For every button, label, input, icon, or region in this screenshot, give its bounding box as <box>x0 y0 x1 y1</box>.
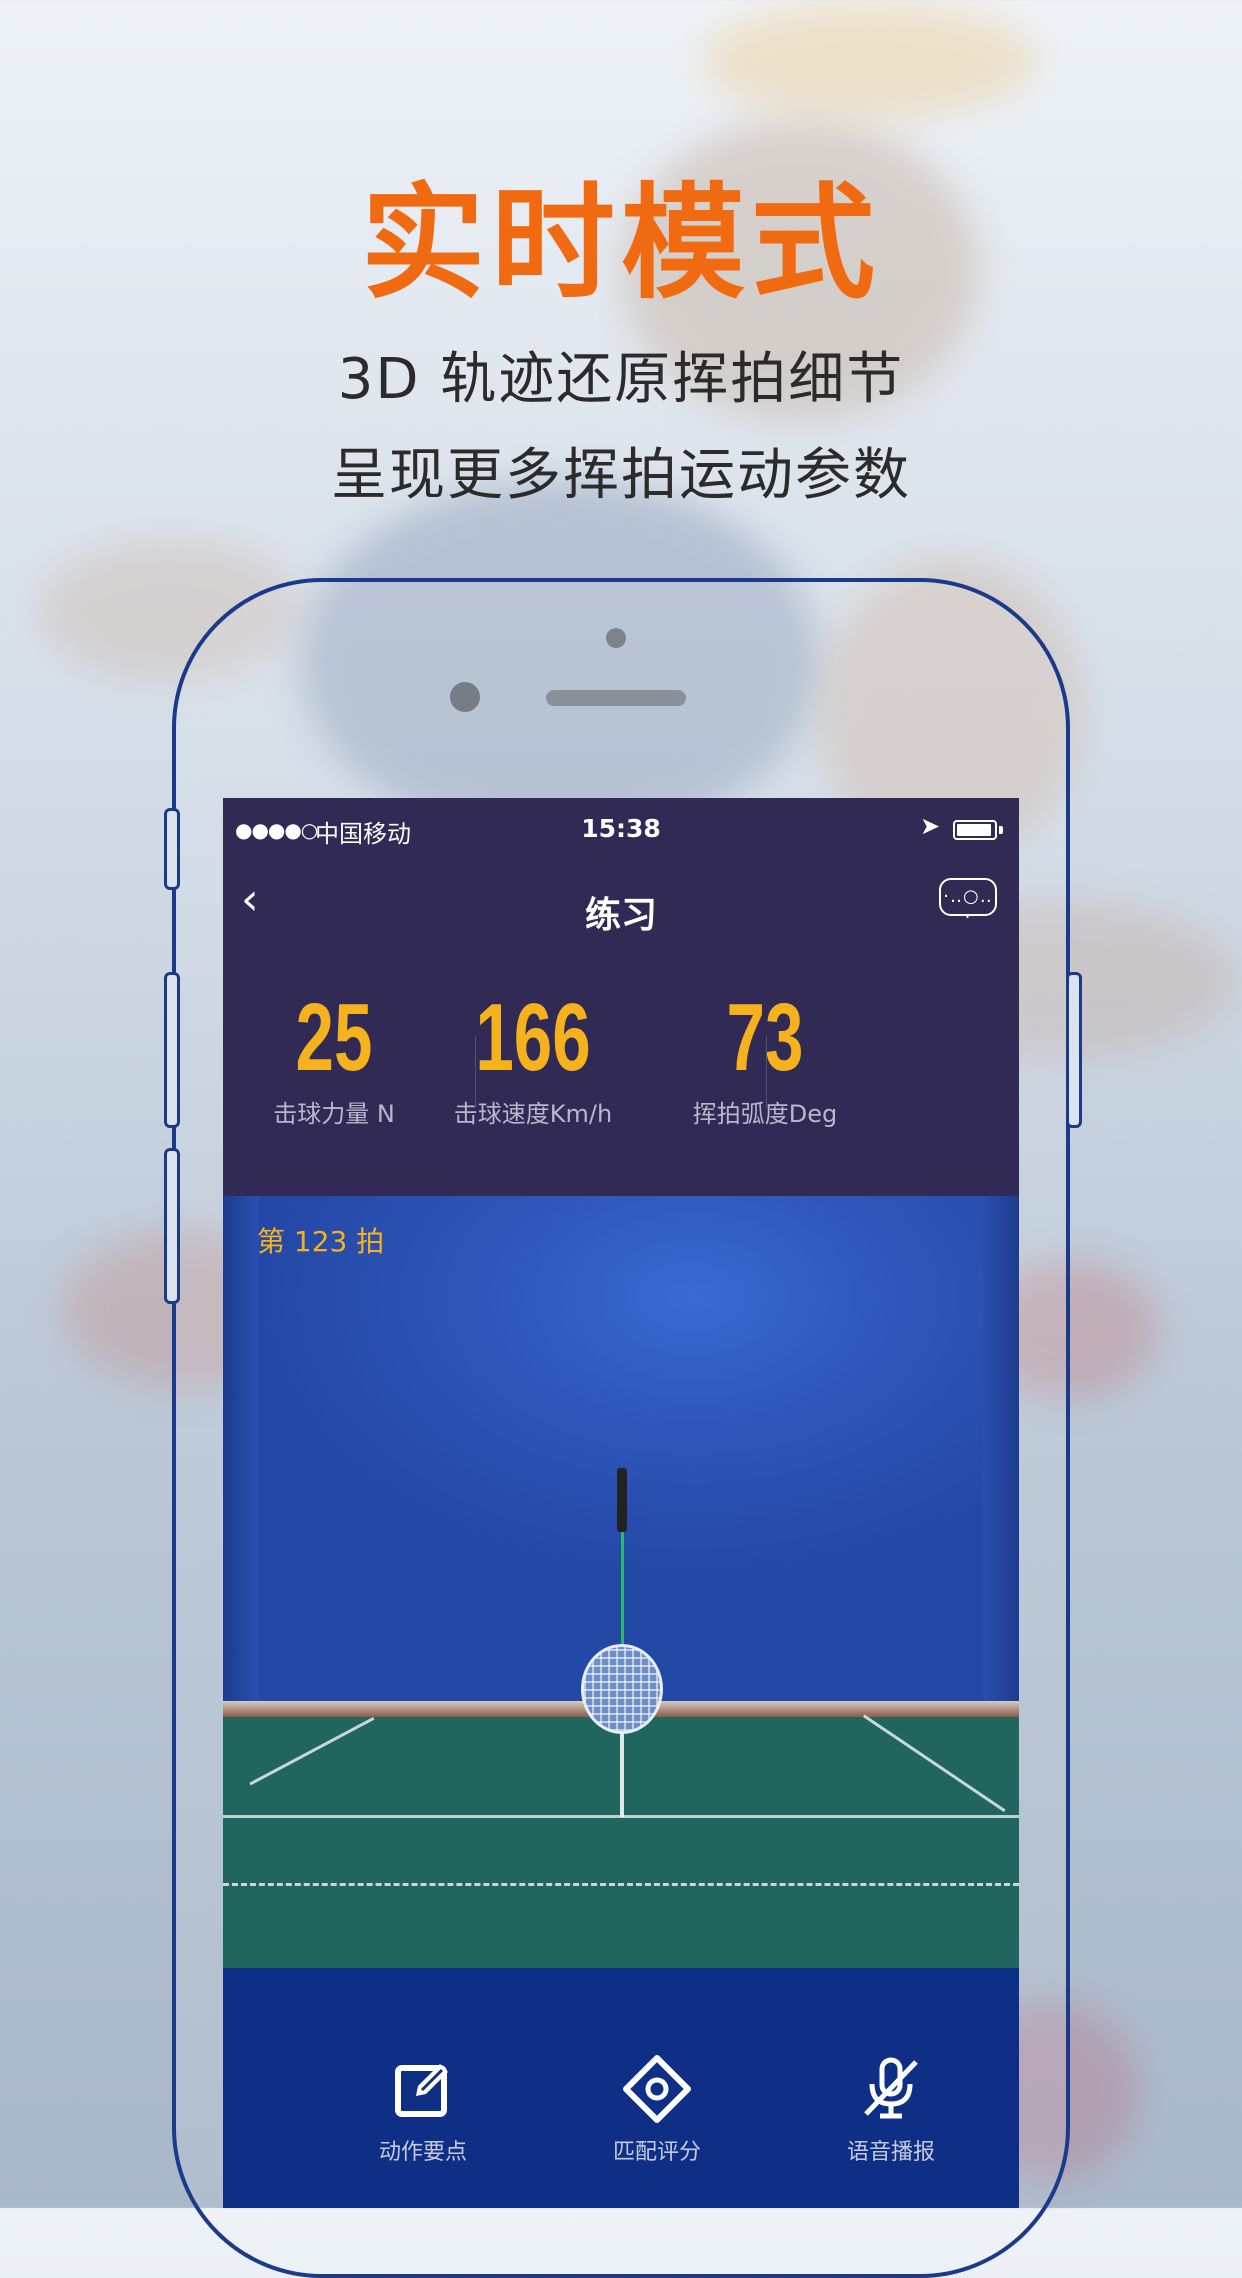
diamond-target-icon <box>623 2055 691 2123</box>
mic-muted-icon <box>864 2057 918 2119</box>
phone-front-camera <box>450 682 480 712</box>
action-label: 动作要点 <box>378 2140 467 2165</box>
action-label: 匹配评分 <box>612 2140 701 2165</box>
court-side-line-left <box>249 1717 375 1786</box>
court-service-line <box>223 1883 1019 1886</box>
phone-volume-up <box>164 972 180 1128</box>
page-title: 练习 <box>584 895 657 936</box>
phone-speaker <box>546 690 686 706</box>
court-side-wall-left <box>223 1196 259 1726</box>
stat-label: 击球速度Km/h <box>453 1100 613 1128</box>
stat-label: 挥拍弧度Deg <box>692 1100 838 1128</box>
stat-divider <box>766 1036 767 1108</box>
stat-divider <box>475 1036 476 1108</box>
match-score-button[interactable]: 匹配评分 <box>567 2054 747 2166</box>
action-label: 语音播报 <box>846 2140 935 2165</box>
stat-arc: 73 挥拍弧度Deg <box>645 988 885 1129</box>
battery-tip <box>999 826 1003 834</box>
racket-shaft <box>621 1532 624 1648</box>
court-3d-view[interactable]: 第 123 拍 <box>223 1196 1019 1968</box>
app-screen: ●●●●○ 中国移动 15:38 ➤ ‹ 练习 ·‥○‥· 25 击球力量 N … <box>223 798 1019 2208</box>
racket-head <box>581 1644 663 1734</box>
phone-volume-down <box>164 1148 180 1304</box>
stat-value: 166 <box>475 984 591 1091</box>
nav-bar: ‹ 练习 ·‥○‥· <box>223 862 1019 950</box>
court-side-line-right <box>863 1714 1006 1813</box>
background-shuttlecock <box>700 0 1040 120</box>
status-time: 15:38 <box>581 814 661 843</box>
promo-headline: 实时模式 <box>360 172 881 316</box>
action-key-points-button[interactable]: 动作要点 <box>333 2054 513 2166</box>
phone-sensor <box>606 628 626 648</box>
battery-icon <box>953 820 997 840</box>
sensor-device-icon: ·‥○‥· <box>943 886 993 928</box>
sensor-device-button[interactable]: ·‥○‥· <box>939 878 997 928</box>
racket-handle <box>617 1468 627 1532</box>
stats-panel: 25 击球力量 N 166 击球速度Km/h 73 挥拍弧度Deg <box>223 984 1019 1129</box>
stat-value: 25 <box>295 984 373 1091</box>
phone-power-button <box>1066 972 1082 1128</box>
promo-subtitle-1: 3D 轨迹还原挥拍细节 <box>337 347 905 412</box>
stat-value: 73 <box>726 984 804 1091</box>
bottom-action-bar: 动作要点 匹配评分 语音播报 <box>223 1968 1019 2208</box>
court-side-wall-right <box>983 1196 1019 1726</box>
phone-mute-switch <box>164 808 180 890</box>
voice-broadcast-button[interactable]: 语音播报 <box>801 2054 981 2166</box>
stat-speed: 166 击球速度Km/h <box>413 988 653 1129</box>
shot-count-label: 第 123 拍 <box>257 1225 385 1258</box>
status-bar: ●●●●○ 中国移动 15:38 ➤ <box>223 798 1019 862</box>
promo-subtitle-2: 呈现更多挥拍运动参数 <box>331 443 911 508</box>
edit-icon <box>395 2064 448 2117</box>
location-arrow-icon: ➤ <box>920 812 941 840</box>
court-floor <box>223 1714 1019 1968</box>
